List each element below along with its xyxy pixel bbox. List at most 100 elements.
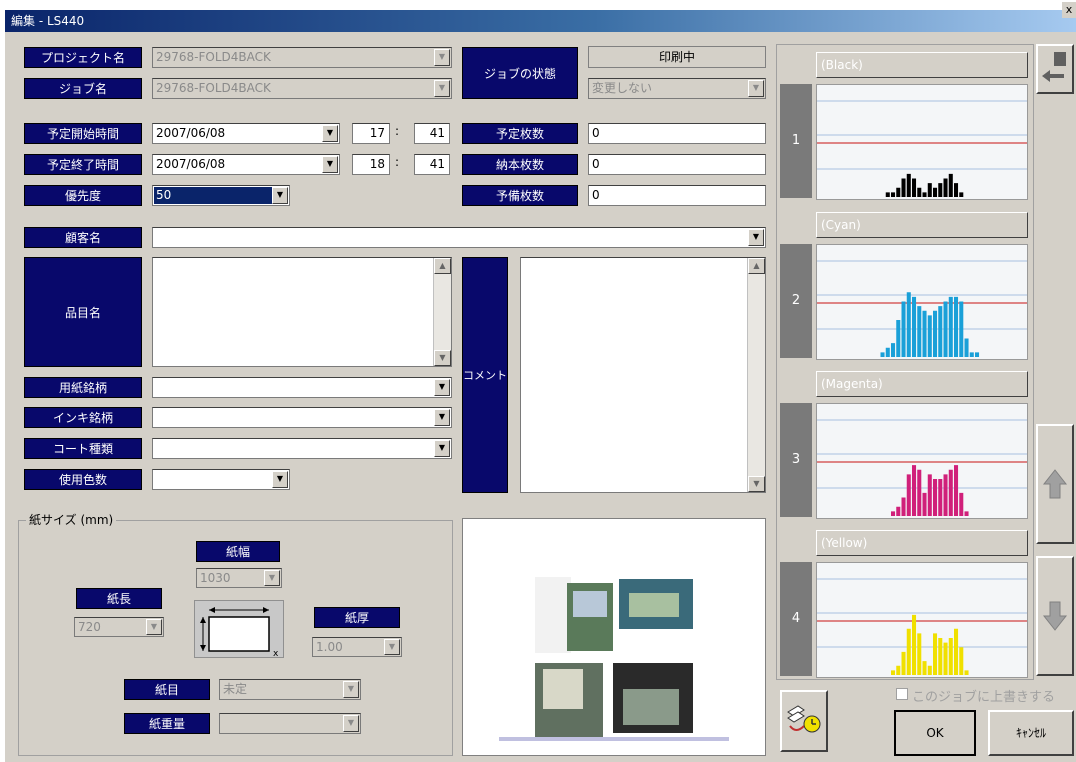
- end-minute-input[interactable]: 41: [414, 154, 450, 175]
- histogram-bar: [901, 497, 906, 516]
- channel-title: (Magenta): [816, 371, 1028, 397]
- chevron-down-icon[interactable]: ▼: [384, 639, 400, 655]
- histogram-bar: [891, 670, 896, 675]
- histogram-bar: [917, 633, 922, 675]
- return-button[interactable]: [1036, 44, 1074, 94]
- histogram-bar: [948, 173, 953, 197]
- colors-used-select[interactable]: ▼: [152, 469, 290, 490]
- item-name-textarea[interactable]: ▲ ▼: [152, 257, 452, 367]
- histogram-bar: [891, 511, 896, 516]
- comment-textarea[interactable]: ▲ ▼: [520, 257, 766, 493]
- overwrite-checkbox[interactable]: [896, 688, 908, 700]
- scroll-up-button[interactable]: [1036, 424, 1074, 544]
- histogram-bar: [927, 183, 932, 197]
- end-date-select[interactable]: 2007/06/08 ▼: [152, 154, 340, 175]
- coat-type-select[interactable]: ▼: [152, 438, 452, 459]
- histogram-bar: [917, 306, 922, 357]
- start-date-select[interactable]: 2007/06/08 ▼: [152, 123, 340, 144]
- histogram-svg: [817, 578, 1027, 675]
- histogram-bar: [969, 352, 974, 357]
- histogram-bar: [943, 642, 948, 675]
- histogram-svg: [817, 419, 1027, 516]
- paper-width-value: 1030: [200, 571, 231, 585]
- histogram-bar: [938, 306, 943, 357]
- spare-sheets-label: 予備枚数: [462, 185, 578, 206]
- histogram-bar: [948, 296, 953, 357]
- histogram-bar: [959, 301, 964, 357]
- chevron-down-icon[interactable]: ▼: [343, 715, 359, 732]
- job-select[interactable]: 29768-FOLD4BACK ▼: [152, 78, 452, 99]
- svg-text:x: x: [273, 649, 279, 659]
- histogram-bar: [933, 310, 938, 357]
- histogram-bar: [891, 343, 896, 357]
- project-value: 29768-FOLD4BACK: [156, 50, 271, 64]
- overwrite-label: このジョブに上書きする: [912, 690, 1056, 705]
- paper-weight-select[interactable]: ▼: [219, 713, 361, 734]
- ink-brand-select[interactable]: ▼: [152, 407, 452, 428]
- start-minute-input[interactable]: 41: [414, 123, 450, 144]
- chevron-down-icon[interactable]: ▼: [434, 409, 450, 426]
- job-status-select[interactable]: 変更しない ▼: [588, 78, 766, 99]
- spare-sheets-input[interactable]: 0: [588, 185, 766, 206]
- chevron-down-icon[interactable]: ▼: [434, 80, 450, 97]
- ok-button[interactable]: OK: [894, 710, 976, 756]
- scroll-up-icon[interactable]: ▲: [748, 258, 765, 274]
- coat-type-label: コート種類: [24, 438, 142, 459]
- paper-grain-select[interactable]: 未定 ▼: [219, 679, 361, 700]
- chevron-down-icon[interactable]: ▼: [322, 156, 338, 173]
- histogram-bar: [954, 183, 959, 197]
- paper-grain-label: 紙目: [124, 679, 210, 700]
- histogram-svg: [817, 260, 1027, 357]
- job-label: ジョブ名: [24, 78, 142, 99]
- close-button[interactable]: x: [1062, 2, 1076, 18]
- histogram-bar: [896, 665, 901, 675]
- paper-length-select[interactable]: 720 ▼: [74, 617, 164, 637]
- paper-length-value: 720: [78, 620, 101, 634]
- end-hour-input[interactable]: 18: [352, 154, 390, 175]
- chevron-down-icon[interactable]: ▼: [264, 570, 280, 586]
- histogram-bar: [922, 310, 927, 357]
- chevron-down-icon[interactable]: ▼: [434, 440, 450, 457]
- scroll-up-icon[interactable]: ▲: [434, 258, 451, 274]
- item-name-scrollbar[interactable]: ▲ ▼: [433, 258, 451, 366]
- scroll-down-icon[interactable]: ▼: [748, 476, 765, 492]
- paper-brand-select[interactable]: ▼: [152, 377, 452, 398]
- start-hour-input[interactable]: 17: [352, 123, 390, 144]
- chevron-down-icon[interactable]: ▼: [322, 125, 338, 142]
- paper-weight-label: 紙重量: [124, 713, 210, 734]
- chevron-down-icon[interactable]: ▼: [146, 619, 162, 635]
- paper-width-select[interactable]: 1030 ▼: [196, 568, 282, 588]
- planned-sheets-label: 予定枚数: [462, 123, 578, 144]
- chevron-down-icon[interactable]: ▼: [434, 49, 450, 66]
- histogram-bar: [917, 187, 922, 197]
- paper-size-group-title: 紙サイズ (mm): [26, 511, 117, 528]
- priority-select[interactable]: 50 ▼: [152, 185, 290, 206]
- chevron-down-icon[interactable]: ▼: [434, 379, 450, 396]
- histogram-bar: [912, 296, 917, 357]
- delivered-sheets-input[interactable]: 0: [588, 154, 766, 175]
- histogram-bar: [922, 192, 927, 197]
- histogram-bar: [954, 465, 959, 516]
- scroll-down-icon[interactable]: ▼: [434, 350, 451, 366]
- scroll-down-button[interactable]: [1036, 556, 1074, 676]
- chevron-down-icon[interactable]: ▼: [272, 187, 288, 204]
- schedule-clock-icon: [787, 705, 821, 733]
- project-select[interactable]: 29768-FOLD4BACK ▼: [152, 47, 452, 68]
- comment-scrollbar[interactable]: ▲ ▼: [747, 258, 765, 492]
- colors-used-label: 使用色数: [24, 469, 142, 490]
- histogram-bar: [927, 665, 932, 675]
- cancel-button[interactable]: ｷｬﾝｾﾙ: [988, 710, 1074, 756]
- chevron-down-icon[interactable]: ▼: [748, 229, 764, 246]
- paper-length-label: 紙長: [76, 588, 162, 609]
- channel-number: 1: [780, 84, 812, 198]
- chevron-down-icon[interactable]: ▼: [748, 80, 764, 97]
- histogram-svg: [817, 100, 1027, 197]
- paper-thickness-select[interactable]: 1.00 ▼: [312, 637, 402, 657]
- planned-sheets-input[interactable]: 0: [588, 123, 766, 144]
- customer-select[interactable]: ▼: [152, 227, 766, 248]
- schedule-button[interactable]: [780, 690, 828, 752]
- histogram-bar: [943, 178, 948, 197]
- job-status-current: 印刷中: [588, 46, 766, 68]
- chevron-down-icon[interactable]: ▼: [343, 681, 359, 698]
- chevron-down-icon[interactable]: ▼: [272, 471, 288, 488]
